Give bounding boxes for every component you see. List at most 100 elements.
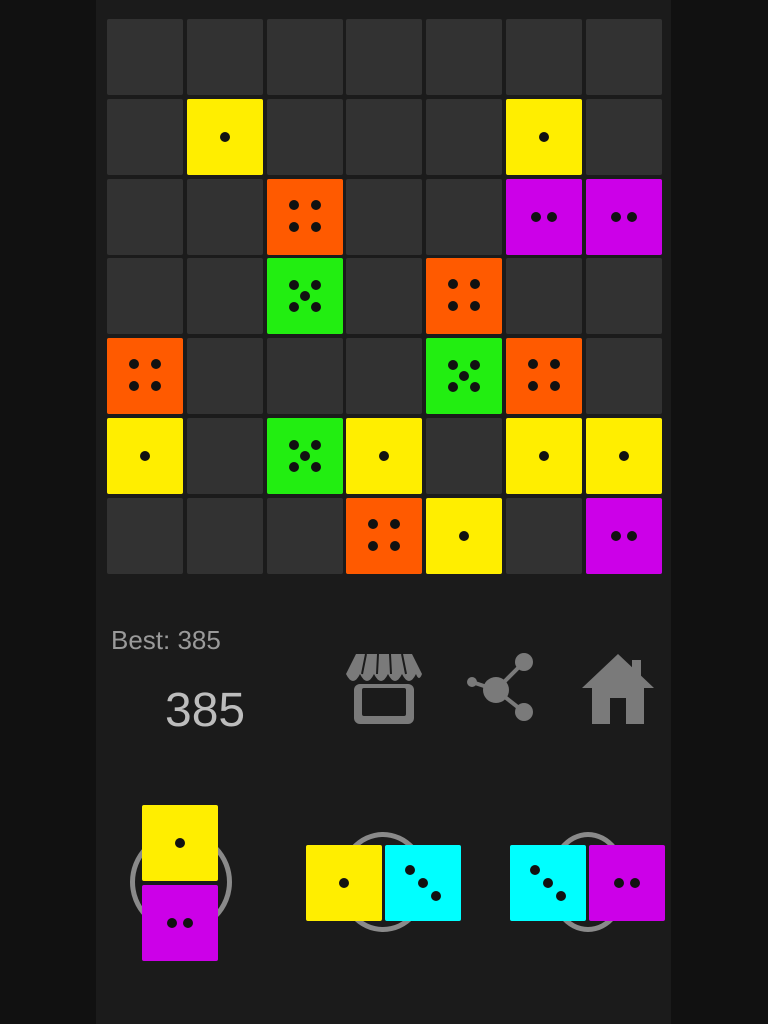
pip [129,381,139,391]
board-die [506,99,582,175]
pip [528,381,538,391]
board-cell[interactable] [267,498,343,574]
pip [431,891,441,901]
pip [289,462,299,472]
board-cell[interactable] [426,418,502,494]
board-cell[interactable] [187,258,263,334]
board-cell[interactable] [346,258,422,334]
pip [459,371,469,381]
piece-tray-2[interactable] [303,800,463,960]
pip [448,279,458,289]
board-die [426,338,502,414]
pip [448,360,458,370]
pip [311,440,321,450]
pip [167,918,177,928]
board-cell[interactable] [426,19,502,95]
pip [448,301,458,311]
best-score-label: Best: 385 [111,625,221,655]
pip [311,280,321,290]
board-die [426,258,502,334]
board-cell[interactable] [107,19,183,95]
board-cell[interactable] [586,19,662,95]
board-cell[interactable] [506,19,582,95]
pip [539,132,549,142]
board-cell[interactable] [346,338,422,414]
board-die [506,179,582,255]
board-cell[interactable] [187,179,263,255]
pip [311,302,321,312]
pip [448,382,458,392]
pip [311,222,321,232]
board-cell[interactable] [586,338,662,414]
pip [630,878,640,888]
pip [556,891,566,901]
pip [470,382,480,392]
board-cell[interactable] [586,99,662,175]
pip [175,838,185,848]
board-cell[interactable] [506,258,582,334]
board-die [586,418,662,494]
pip [470,360,480,370]
board-cell[interactable] [586,258,662,334]
piece-die [306,845,382,921]
board-cell[interactable] [267,19,343,95]
board-cell[interactable] [346,179,422,255]
pip [418,878,428,888]
board-die [267,258,343,334]
board-cell[interactable] [426,99,502,175]
piece-die [142,885,218,961]
pip [151,359,161,369]
board-die [506,338,582,414]
pip [530,865,540,875]
board-cell[interactable] [187,338,263,414]
pip [311,462,321,472]
pip [289,302,299,312]
share-icon[interactable] [464,652,538,726]
pip [627,531,637,541]
board-die [346,418,422,494]
pip [339,878,349,888]
board-die [187,99,263,175]
board-cell[interactable] [346,99,422,175]
pip [627,212,637,222]
board-die [426,498,502,574]
home-icon[interactable] [580,652,656,726]
pip [140,451,150,461]
board-die [267,418,343,494]
piece-tray-3[interactable] [508,800,668,960]
pip [289,440,299,450]
board-die [107,338,183,414]
board-cell[interactable] [267,99,343,175]
board-cell[interactable] [187,19,263,95]
board-cell[interactable] [107,258,183,334]
shop-icon[interactable] [344,652,424,726]
pip [550,359,560,369]
pip [300,291,310,301]
current-score: 385 [165,684,246,737]
pip [550,381,560,391]
board-die [506,418,582,494]
pip [129,359,139,369]
board-cell[interactable] [107,99,183,175]
pip [611,212,621,222]
board-cell[interactable] [187,418,263,494]
board-cell[interactable] [267,338,343,414]
pip [459,531,469,541]
piece-die [142,805,218,881]
board-cell[interactable] [426,179,502,255]
pip [390,519,400,529]
pip [368,519,378,529]
pip [405,865,415,875]
pip [151,381,161,391]
piece-die [589,845,665,921]
pip [470,279,480,289]
pip [547,212,557,222]
pip [614,878,624,888]
board-cell[interactable] [506,498,582,574]
board-cell[interactable] [187,498,263,574]
piece-tray-1[interactable] [100,800,260,961]
board-cell[interactable] [346,19,422,95]
piece-die [510,845,586,921]
board-cell[interactable] [107,179,183,255]
board-cell[interactable] [107,498,183,574]
